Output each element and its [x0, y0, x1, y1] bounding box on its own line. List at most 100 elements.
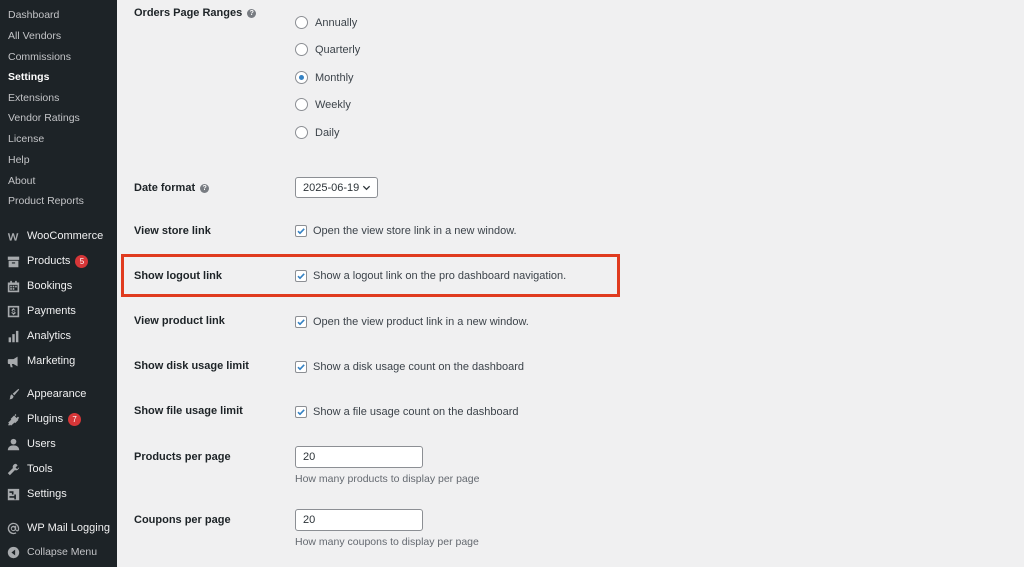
submenu-item-all-vendors[interactable]: All Vendors [8, 30, 61, 42]
row-label: View store link [134, 225, 211, 237]
settings-icon [6, 487, 20, 501]
products-per-page-input[interactable] [295, 446, 423, 468]
menu-item-label: Payments [27, 305, 76, 317]
show-disk-usage-option[interactable]: Show a disk usage count on the dashboard [295, 361, 524, 373]
megaphone-icon [6, 354, 20, 368]
radio-option[interactable]: Weekly [295, 98, 351, 111]
checkbox-label: Open the view product link in a new wind… [313, 316, 529, 328]
row-label: Products per page [134, 451, 231, 463]
help-icon[interactable]: ? [200, 184, 210, 193]
submenu-item-vendor-ratings[interactable]: Vendor Ratings [8, 112, 80, 124]
menu-item-label: Bookings [27, 280, 73, 292]
date-format-select[interactable]: 2025-06-19 [295, 177, 378, 198]
menu-item-marketing[interactable]: Marketing [0, 350, 117, 372]
show-disk-usage-checkbox[interactable] [295, 361, 307, 373]
date-format-row: Date format? [134, 182, 210, 194]
submenu-item-settings[interactable]: Settings [8, 71, 49, 83]
radio-option[interactable]: Quarterly [295, 43, 360, 56]
radio-label: Monthly [315, 71, 354, 84]
menu-item-wp-mail-logging[interactable]: WP Mail Logging [0, 517, 117, 539]
menu-item-bookings[interactable]: Bookings [0, 275, 117, 297]
radio-label: Weekly [315, 98, 351, 111]
select-value: 2025-06-19 [303, 181, 360, 194]
checkbox-label: Open the view store link in a new window… [313, 225, 517, 237]
row-label: Show file usage limit [134, 405, 243, 417]
highlight-annotation-box [121, 254, 620, 297]
collapse-menu-button[interactable]: Collapse Menu [0, 541, 117, 563]
menu-item-label: Users [27, 438, 56, 450]
radio-button[interactable] [295, 126, 308, 139]
menu-item-users[interactable]: Users [0, 433, 117, 455]
menu-item-payments[interactable]: Payments [0, 300, 117, 322]
dollar-icon [6, 304, 20, 318]
submenu-item-product-reports[interactable]: Product Reports [8, 195, 84, 207]
radio-label: Quarterly [315, 43, 361, 56]
menu-item-label: Settings [27, 488, 67, 500]
radio-button[interactable] [295, 98, 308, 111]
woo-icon [6, 229, 20, 243]
menu-item-label: Plugins [27, 413, 64, 425]
menu-item-products[interactable]: Products 5 [0, 250, 117, 272]
radio-label: Annually [315, 16, 358, 29]
radio-button[interactable] [295, 43, 308, 56]
menu-item-label: Tools [27, 463, 53, 475]
field-description: How many products to display per page [295, 473, 480, 485]
checkmark-icon [297, 364, 305, 371]
menu-item-label: Collapse Menu [27, 546, 98, 558]
field-description: How many coupons to display per page [295, 536, 479, 548]
chevron-down-icon [362, 185, 371, 191]
menu-item-label: Appearance [27, 388, 87, 400]
menu-item-label: Marketing [27, 355, 76, 367]
menu-item-label: WP Mail Logging [27, 522, 110, 534]
checkmark-icon [297, 228, 305, 235]
row-label: Orders Page Ranges [134, 7, 243, 19]
update-count-badge: 5 [75, 254, 89, 268]
calendar-icon [6, 279, 20, 293]
coupons-per-page-input[interactable] [295, 509, 423, 531]
menu-item-settings[interactable]: Settings [0, 483, 117, 505]
checkmark-icon [297, 319, 305, 326]
bar-chart-icon [6, 329, 20, 343]
checkbox-label: Show a file usage count on the dashboard [313, 406, 519, 418]
show-file-usage-checkbox[interactable] [295, 406, 307, 418]
submenu-item-about[interactable]: About [8, 175, 35, 187]
submenu-item-license[interactable]: License [8, 133, 44, 145]
archive-icon [6, 254, 20, 268]
help-icon[interactable]: ? [247, 9, 257, 18]
at-icon [6, 521, 20, 535]
view-product-link-checkbox[interactable] [295, 316, 307, 328]
menu-item-tools[interactable]: Tools [0, 458, 117, 480]
user-icon [6, 437, 20, 451]
wrench-icon [6, 462, 20, 476]
update-count-badge: 7 [68, 412, 82, 426]
row-label: Coupons per page [134, 514, 231, 526]
radio-option[interactable]: Daily [295, 126, 339, 139]
radio-label: Daily [315, 126, 340, 139]
submenu-item-dashboard[interactable]: Dashboard [8, 9, 59, 21]
row-label: View product link [134, 315, 225, 327]
menu-item-woocommerce[interactable]: WooCommerce [0, 225, 117, 247]
radio-button-selected[interactable] [295, 71, 308, 84]
radio-option[interactable]: Monthly [295, 71, 354, 84]
menu-item-plugins[interactable]: Plugins 7 [0, 408, 117, 430]
view-product-link-option[interactable]: Open the view product link in a new wind… [295, 316, 529, 328]
show-file-usage-option[interactable]: Show a file usage count on the dashboard [295, 406, 518, 418]
checkmark-icon [297, 409, 305, 416]
row-label: Show disk usage limit [134, 360, 249, 372]
submenu-item-help[interactable]: Help [8, 154, 30, 166]
orders-page-ranges-row: Orders Page Ranges? [134, 7, 257, 19]
submenu-item-commissions[interactable]: Commissions [8, 51, 71, 63]
radio-option[interactable]: Annually [295, 16, 357, 29]
plugin-icon [6, 412, 20, 426]
submenu-item-extensions[interactable]: Extensions [8, 92, 59, 104]
view-store-link-checkbox[interactable] [295, 225, 307, 237]
menu-item-appearance[interactable]: Appearance [0, 383, 117, 405]
checkbox-label: Show a disk usage count on the dashboard [313, 361, 524, 373]
row-label: Date format [134, 182, 196, 194]
radio-button[interactable] [295, 16, 308, 29]
admin-sidebar: Dashboard All Vendors Commissions Settin… [0, 0, 117, 567]
menu-item-label: Products [27, 255, 71, 267]
view-store-link-option[interactable]: Open the view store link in a new window… [295, 225, 517, 237]
menu-item-label: Analytics [27, 330, 72, 342]
menu-item-analytics[interactable]: Analytics [0, 325, 117, 347]
